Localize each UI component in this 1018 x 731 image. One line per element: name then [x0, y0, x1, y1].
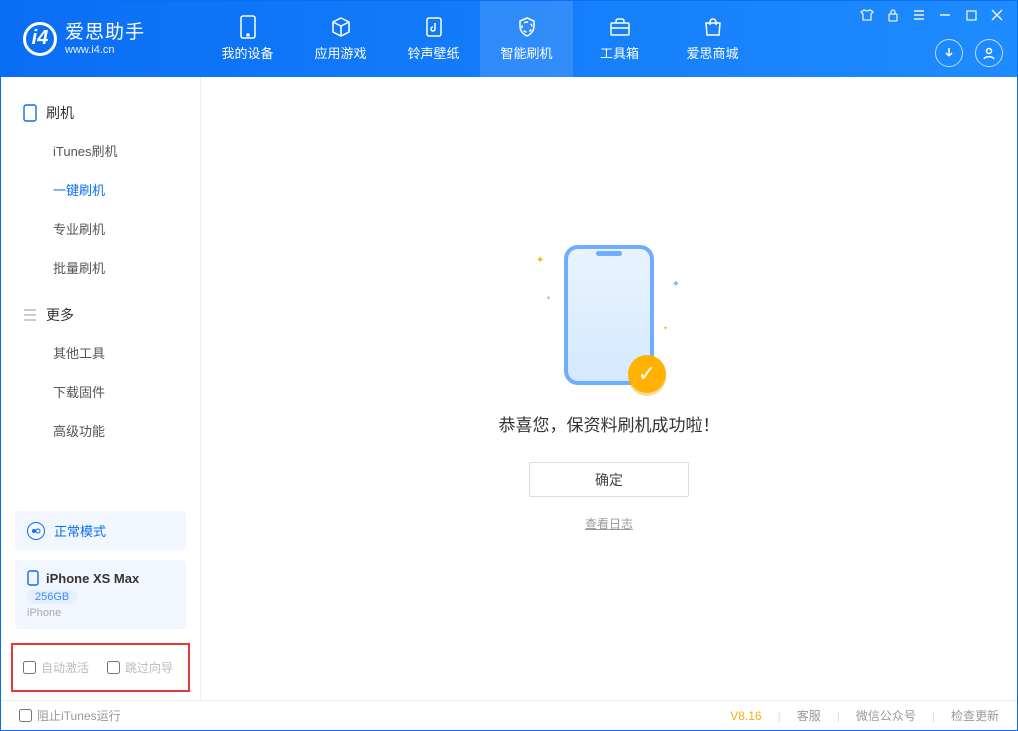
checkbox-stop-itunes[interactable]: 阻止iTunes运行 [19, 707, 121, 724]
footer-link-update[interactable]: 检查更新 [951, 707, 999, 724]
nav-shop[interactable]: 爱思商城 [666, 1, 759, 77]
sidebar-item-pro-flash[interactable]: 专业刷机 [1, 209, 200, 248]
device-storage-badge: 256GB [27, 590, 77, 604]
mode-icon [27, 522, 45, 540]
section-title: 更多 [46, 305, 74, 325]
success-illustration: ✦ ✦ ✦ ✦ ✓ [564, 245, 654, 385]
close-button[interactable] [989, 7, 1005, 23]
sidebar-item-advanced[interactable]: 高级功能 [1, 411, 200, 450]
nav-label: 应用游戏 [314, 43, 366, 62]
nav-label: 我的设备 [221, 43, 273, 62]
menu-icon[interactable] [911, 7, 927, 23]
main-content: ✦ ✦ ✦ ✦ ✓ 恭喜您，保资料刷机成功啦！ 确定 查看日志 [201, 77, 1017, 700]
confirm-button[interactable]: 确定 [529, 462, 689, 497]
checkbox-label: 自动激活 [41, 659, 89, 676]
device-type: iPhone [27, 607, 174, 619]
shop-icon [702, 16, 724, 38]
sidebar-item-other-tools[interactable]: 其他工具 [1, 333, 200, 372]
device-icon [237, 16, 259, 38]
checkbox-skip-guide[interactable]: 跳过向导 [107, 659, 173, 676]
nav-my-device[interactable]: 我的设备 [201, 1, 294, 77]
mode-label: 正常模式 [54, 521, 106, 540]
device-name: iPhone XS Max [46, 571, 139, 586]
nav-label: 智能刷机 [500, 43, 552, 62]
sidebar-item-batch-flash[interactable]: 批量刷机 [1, 248, 200, 287]
list-icon [23, 309, 37, 321]
app-subtitle: www.i4.cn [65, 44, 145, 57]
logo: i4 爱思助手 www.i4.cn [1, 22, 201, 56]
mode-panel[interactable]: 正常模式 [15, 511, 186, 550]
app-title: 爱思助手 [65, 22, 145, 44]
device-phone-icon [27, 570, 39, 586]
download-icon[interactable] [935, 39, 963, 67]
nav-smart-flash[interactable]: 智能刷机 [480, 1, 573, 77]
nav-apps-games[interactable]: 应用游戏 [294, 1, 387, 77]
sidebar-item-itunes-flash[interactable]: iTunes刷机 [1, 131, 200, 170]
footer-link-support[interactable]: 客服 [797, 707, 821, 724]
checkbox-label: 跳过向导 [125, 659, 173, 676]
phone-icon [23, 104, 37, 122]
minimize-button[interactable] [937, 7, 953, 23]
view-log-link[interactable]: 查看日志 [585, 515, 633, 532]
nav-label: 铃声壁纸 [407, 43, 459, 62]
footer-link-wechat[interactable]: 微信公众号 [856, 707, 916, 724]
nav-ringtones[interactable]: 铃声壁纸 [387, 1, 480, 77]
nav-toolbox[interactable]: 工具箱 [573, 1, 666, 77]
sidebar-section-more: 更多 [1, 297, 200, 333]
sidebar-item-download-firmware[interactable]: 下载固件 [1, 372, 200, 411]
logo-icon: i4 [23, 22, 57, 56]
version-label: V8.16 [730, 709, 761, 723]
cube-icon [330, 16, 352, 38]
shield-icon [516, 16, 538, 38]
maximize-button[interactable] [963, 7, 979, 23]
footer: 阻止iTunes运行 V8.16 | 客服 | 微信公众号 | 检查更新 [1, 700, 1017, 730]
shirt-icon[interactable] [859, 7, 875, 23]
sidebar-item-oneclick-flash[interactable]: 一键刷机 [1, 170, 200, 209]
check-icon: ✓ [628, 355, 666, 393]
lock-icon[interactable] [885, 7, 901, 23]
options-highlight-box: 自动激活 跳过向导 [11, 643, 190, 692]
nav-label: 工具箱 [600, 43, 639, 62]
device-info[interactable]: iPhone XS Max 256GB iPhone [15, 560, 186, 629]
section-title: 刷机 [46, 103, 74, 123]
music-icon [423, 16, 445, 38]
checkbox-label: 阻止iTunes运行 [37, 707, 121, 724]
sidebar: 刷机 iTunes刷机 一键刷机 专业刷机 批量刷机 更多 其他工具 下载固件 … [1, 77, 201, 700]
header-action-circles [935, 39, 1003, 67]
header: i4 爱思助手 www.i4.cn 我的设备 应用游戏 铃声壁纸 智能刷机 工具… [1, 1, 1017, 77]
nav-tabs: 我的设备 应用游戏 铃声壁纸 智能刷机 工具箱 爱思商城 [201, 1, 759, 77]
checkbox-auto-activate[interactable]: 自动激活 [23, 659, 89, 676]
window-controls [859, 7, 1005, 23]
toolbox-icon [609, 16, 631, 38]
sidebar-section-flash: 刷机 [1, 95, 200, 131]
nav-label: 爱思商城 [686, 43, 738, 62]
success-message: 恭喜您，保资料刷机成功啦！ [499, 411, 720, 436]
user-icon[interactable] [975, 39, 1003, 67]
